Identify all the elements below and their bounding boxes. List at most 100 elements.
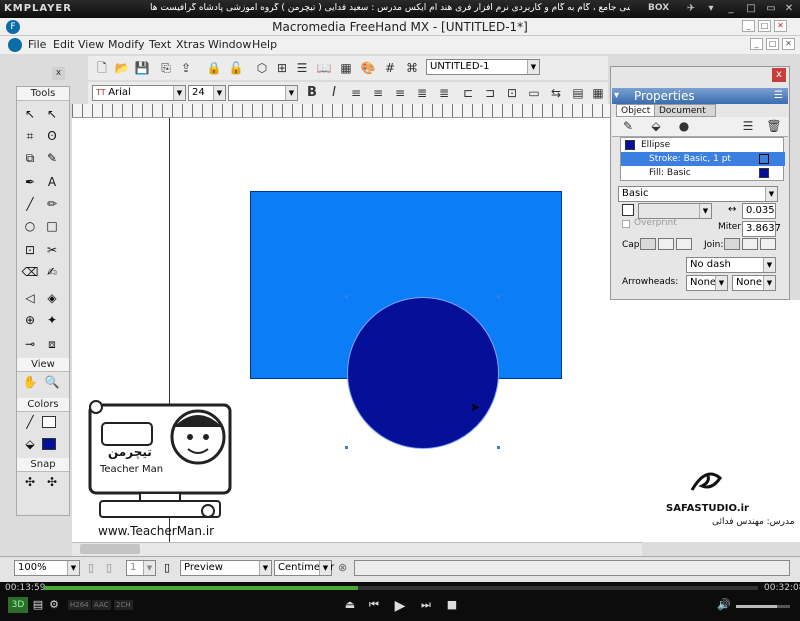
arrowhead-end-select[interactable]: None ▼: [732, 275, 776, 291]
justify-icon[interactable]: ≣: [414, 85, 430, 101]
stop-icon[interactable]: ■: [444, 598, 460, 611]
menu-window[interactable]: Window: [208, 38, 251, 51]
attach-text-icon[interactable]: ⊡: [504, 85, 520, 101]
open-folder-icon[interactable]: 📂: [114, 60, 130, 76]
zoom-select[interactable]: 100% ▼: [14, 560, 80, 576]
doc-restore-button[interactable]: □: [766, 38, 779, 50]
grid-icon[interactable]: #: [382, 60, 398, 76]
properties-title[interactable]: Properties: [612, 88, 788, 104]
cap-square-icon[interactable]: [676, 238, 692, 250]
trace-tool-icon[interactable]: ⊕: [20, 310, 40, 330]
3d-mode-icon[interactable]: 3D: [8, 597, 28, 613]
ellipse-shape[interactable]: [347, 297, 499, 449]
duplicate-item-icon[interactable]: ☰: [740, 118, 756, 134]
lasso-tool-icon[interactable]: ʘ: [42, 126, 62, 146]
add-effect-icon[interactable]: ●: [676, 118, 692, 134]
text-spelling-icon[interactable]: ▤: [570, 85, 586, 101]
units-select[interactable]: Centimeter ▼: [274, 560, 334, 576]
connector-tool-icon[interactable]: ⊸: [20, 334, 40, 354]
chevron-down-icon[interactable]: ▼: [173, 86, 185, 100]
chevron-down-icon[interactable]: ▼: [715, 276, 727, 290]
align-right-icon[interactable]: ≡: [392, 85, 408, 101]
stroke-width-input[interactable]: 0.035: [742, 203, 776, 219]
selection-handle[interactable]: [345, 295, 348, 298]
subselect-tool-icon[interactable]: ↖: [42, 104, 62, 124]
horizontal-scrollbar[interactable]: [72, 542, 642, 556]
chevron-down-icon[interactable]: ▼: [143, 561, 155, 575]
cancel-render-icon[interactable]: ⊗: [338, 561, 347, 574]
object-attributes-list[interactable]: Ellipse Stroke: Basic, 1 pt Fill: Basic: [620, 137, 785, 181]
chart-tool-icon[interactable]: ⧈: [42, 334, 62, 354]
graphic-hose-icon[interactable]: ✦: [42, 310, 62, 330]
hand-tool-icon[interactable]: ✋: [20, 372, 40, 392]
freeform-tool-icon[interactable]: ⊡: [20, 240, 40, 260]
font-name-select[interactable]: TT Arial ▼: [92, 85, 186, 101]
stroke-color-icon[interactable]: ╱: [20, 412, 40, 432]
maximize-icon[interactable]: □: [744, 2, 758, 15]
app-close-button[interactable]: ✕: [774, 20, 787, 32]
import-icon[interactable]: ⎘: [158, 60, 174, 76]
menu-edit[interactable]: Edit: [53, 38, 74, 51]
cap-butt-icon[interactable]: [640, 238, 656, 250]
layers-icon[interactable]: ☰: [294, 60, 310, 76]
horizontal-scroll-thumb[interactable]: [80, 544, 140, 554]
panel-collapse-icon[interactable]: ▾: [614, 90, 619, 101]
text-columns-icon[interactable]: ⊐: [482, 85, 498, 101]
tab-object[interactable]: Object: [616, 104, 656, 117]
align-icon[interactable]: ⊞: [274, 60, 290, 76]
document-selector[interactable]: UNTITLED-1 ▼: [426, 59, 540, 75]
join-round-icon[interactable]: [742, 238, 758, 250]
chevron-down-icon[interactable]: ▼: [765, 187, 777, 201]
playlist-icon[interactable]: ▤: [30, 598, 46, 611]
next-icon[interactable]: ⏭: [418, 598, 434, 612]
add-fill-icon[interactable]: ⬙: [648, 118, 664, 134]
selection-handle[interactable]: [497, 446, 500, 449]
close-icon[interactable]: ✕: [782, 2, 796, 15]
stroke-type-select[interactable]: Basic ▼: [618, 186, 778, 202]
fill-color-icon[interactable]: ⬙: [20, 434, 40, 454]
stroke-color-select[interactable]: ▼: [638, 203, 712, 219]
pointer-tool-icon[interactable]: ↖: [20, 104, 40, 124]
menu-xtras[interactable]: Xtras: [176, 38, 205, 51]
pin-icon[interactable]: ✈: [684, 2, 698, 15]
list-item-selected[interactable]: Stroke: Basic, 1 pt: [621, 152, 785, 166]
previous-icon[interactable]: ⏮: [366, 598, 382, 612]
page-next-icon[interactable]: ▯: [106, 561, 112, 574]
text-tool-icon[interactable]: A: [42, 172, 62, 192]
overprint-checkbox[interactable]: [622, 220, 630, 228]
selection-handle[interactable]: [345, 446, 348, 449]
knife-tool-icon[interactable]: ✂: [42, 240, 62, 260]
eyedropper-tool-icon[interactable]: ✎: [42, 148, 62, 168]
arrowhead-start-select[interactable]: None ▼: [686, 275, 728, 291]
add-stroke-icon[interactable]: ✎: [620, 118, 636, 134]
snap-to-grid-icon[interactable]: ✣: [42, 472, 62, 492]
perspective-tool-icon[interactable]: ◁: [20, 288, 40, 308]
menu-text[interactable]: Text: [149, 38, 171, 51]
reflect-tool-icon[interactable]: ◈: [42, 288, 62, 308]
doc-minimize-button[interactable]: _: [750, 38, 763, 50]
tab-document[interactable]: Document: [654, 104, 716, 117]
new-file-icon[interactable]: 🗋: [94, 60, 110, 76]
text-editor-icon[interactable]: ▭: [526, 85, 542, 101]
justify-all-icon[interactable]: ≣: [436, 85, 452, 101]
export-icon[interactable]: ⇪: [178, 60, 194, 76]
italic-icon[interactable]: I: [326, 85, 342, 101]
save-icon[interactable]: 💾: [134, 60, 150, 76]
join-miter-icon[interactable]: [724, 238, 740, 250]
pen-tool-icon[interactable]: ✒: [20, 172, 40, 192]
list-item[interactable]: Ellipse: [621, 138, 785, 152]
join-bevel-icon[interactable]: [760, 238, 776, 250]
selection-handle[interactable]: [497, 295, 500, 298]
freehand-app-icon[interactable]: F: [6, 20, 20, 34]
menu-file[interactable]: File: [28, 38, 46, 51]
line-tool-icon[interactable]: ╱: [20, 194, 40, 214]
stroke-color-swatch[interactable]: [42, 416, 56, 428]
app-maximize-button[interactable]: □: [758, 20, 771, 32]
horizontal-ruler[interactable]: [72, 104, 610, 118]
chevron-down-icon[interactable]: ▼: [763, 276, 775, 290]
unlock-icon[interactable]: 🔓: [228, 60, 244, 76]
text-extra-icon[interactable]: ▦: [590, 85, 606, 101]
align-center-icon[interactable]: ≡: [370, 85, 386, 101]
page-select[interactable]: 1 ▼: [126, 560, 156, 576]
tools-close-button[interactable]: x: [52, 67, 65, 80]
